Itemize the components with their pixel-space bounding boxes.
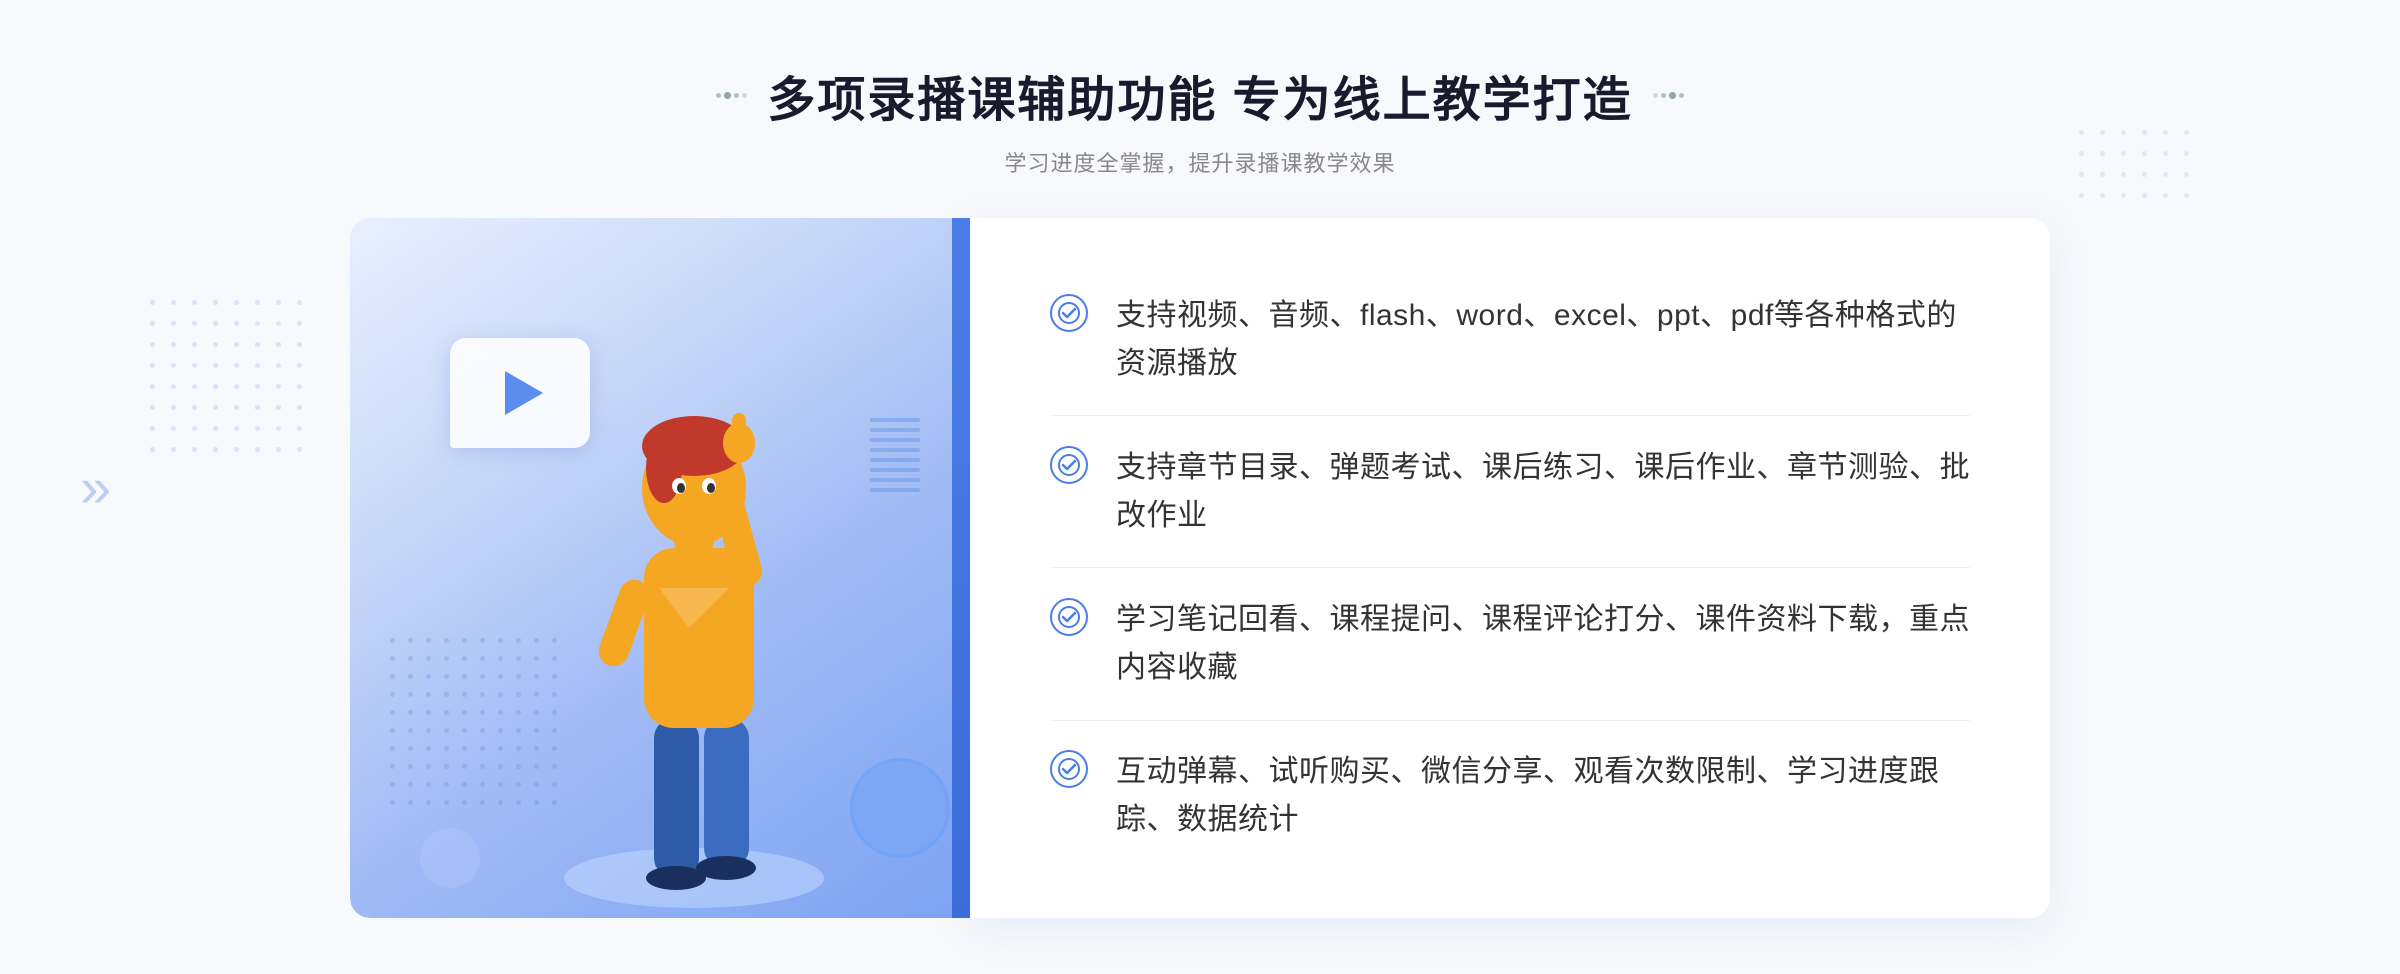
feature-item-4: 互动弹幕、试听购买、微信分享、观看次数限制、学习进度跟踪、数据统计 (1050, 728, 1970, 864)
circle-decoration-2 (420, 828, 480, 888)
divider-2 (1050, 567, 1970, 568)
stripe-decoration (870, 418, 920, 538)
checkmark-svg-3 (1058, 606, 1080, 628)
chevron-left-decoration: » (80, 455, 111, 520)
check-icon-4 (1050, 750, 1088, 788)
feature-text-2: 支持章节目录、弹题考试、课后练习、课后作业、章节测验、批改作业 (1116, 444, 1970, 540)
feature-item-2: 支持章节目录、弹题考试、课后练习、课后作业、章节测验、批改作业 (1050, 424, 1970, 560)
header-section: 多项录播课辅助功能 专为线上教学打造 学习进度全掌握，提升录播课教学效果 (716, 0, 1683, 208)
page-subtitle: 学习进度全掌握，提升录播课教学效果 (716, 146, 1683, 178)
check-icon-2 (1050, 446, 1088, 484)
checkmark-svg-4 (1058, 758, 1080, 780)
right-features-panel: 支持视频、音频、flash、word、excel、ppt、pdf等各种格式的资源… (970, 218, 2050, 918)
feature-item-1: 支持视频、音频、flash、word、excel、ppt、pdf等各种格式的资源… (1050, 272, 1970, 408)
header-title-row: 多项录播课辅助功能 专为线上教学打造 (716, 60, 1683, 130)
person-svg (524, 338, 864, 918)
right-decorator (1653, 92, 1684, 99)
circle-decoration-1 (850, 758, 950, 858)
page-container: » 多项录播课辅助功能 专为线上教学打造 学习进度全掌握，提升录播课教学效果 (0, 0, 2400, 974)
feature-text-4: 互动弹幕、试听购买、微信分享、观看次数限制、学习进度跟踪、数据统计 (1116, 748, 1970, 844)
checkmark-svg-1 (1058, 302, 1080, 324)
left-decorator (716, 92, 747, 99)
divider-1 (1050, 415, 1970, 416)
bg-dots-top-right (2079, 130, 2200, 209)
feature-text-3: 学习笔记回看、课程提问、课程评论打分、课件资料下载，重点内容收藏 (1116, 596, 1970, 692)
illustration-figure (524, 338, 864, 918)
left-illustration-panel (350, 218, 970, 918)
bg-dots-left (150, 300, 313, 463)
content-area: 支持视频、音频、flash、word、excel、ppt、pdf等各种格式的资源… (350, 218, 2050, 918)
feature-text-1: 支持视频、音频、flash、word、excel、ppt、pdf等各种格式的资源… (1116, 292, 1970, 388)
feature-item-3: 学习笔记回看、课程提问、课程评论打分、课件资料下载，重点内容收藏 (1050, 576, 1970, 712)
checkmark-svg-2 (1058, 454, 1080, 476)
divider-3 (1050, 720, 1970, 721)
check-icon-1 (1050, 294, 1088, 332)
page-title: 多项录播课辅助功能 专为线上教学打造 (767, 60, 1632, 130)
check-icon-3 (1050, 598, 1088, 636)
vertical-accent-bar (952, 218, 970, 918)
